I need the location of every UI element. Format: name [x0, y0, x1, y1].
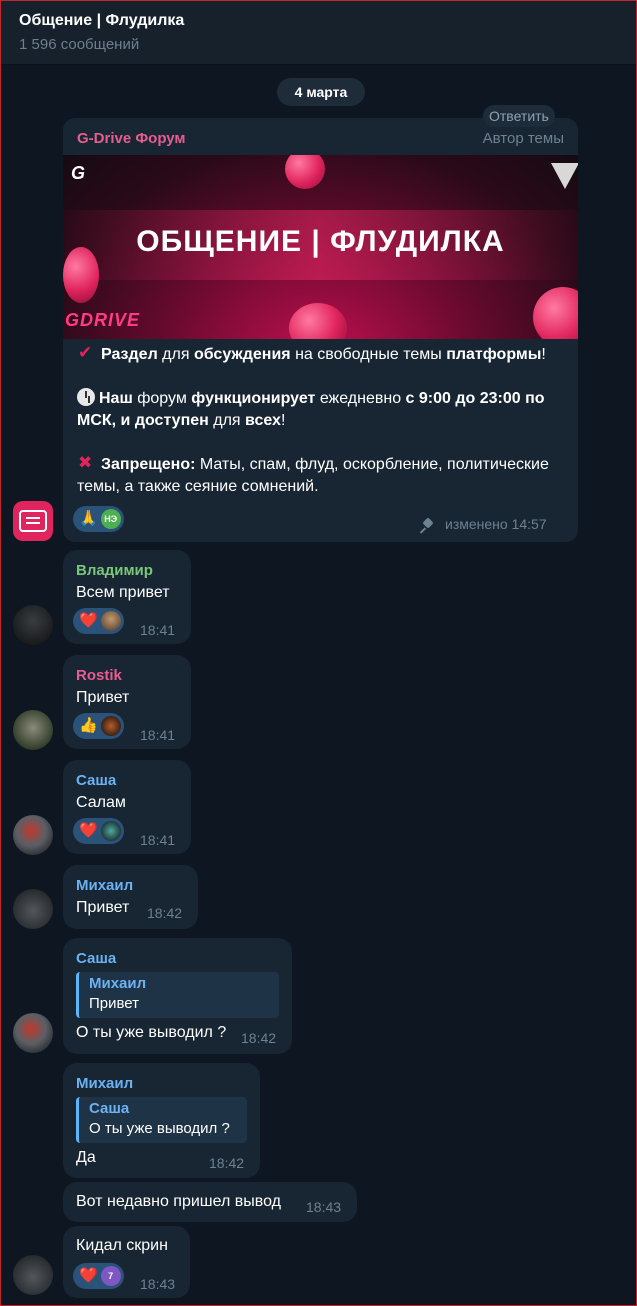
chat-bubble-icon: [19, 510, 47, 532]
message-text: Да: [76, 1149, 96, 1166]
cross-mark-icon: [77, 452, 97, 474]
reply-quote[interactable]: Саша О ты уже выводил ?: [76, 1097, 247, 1143]
message-time: 18:42: [241, 1030, 277, 1046]
message-time: 18:41: [140, 727, 176, 743]
message-bubble[interactable]: Rostik Привет 👍 18:41: [63, 655, 191, 749]
date-separator: 4 марта: [277, 78, 365, 106]
reactor-avatar: 7: [100, 1266, 121, 1286]
thumbs-up-emoji-icon: 👍: [79, 717, 98, 734]
avatar[interactable]: [13, 815, 53, 855]
quote-sender: Саша: [89, 1100, 130, 1117]
reaction-pill[interactable]: ❤️: [73, 608, 124, 634]
quote-text: Привет: [89, 995, 140, 1012]
heart-emoji-icon: ❤️: [79, 612, 98, 629]
author-role-label: Автор темы: [482, 130, 564, 147]
message-bubble[interactable]: Михаил Саша О ты уже выводил ? Да 18:42: [63, 1063, 260, 1178]
reactions-bar: ❤️ 7: [73, 1263, 124, 1289]
reactor-avatar: [100, 821, 121, 841]
reactor-avatar: [100, 611, 121, 631]
quote-sender: Михаил: [89, 975, 147, 992]
post-paragraph: Наш форум функционирует ежедневно с 9:00…: [77, 388, 545, 429]
message-time: 18:41: [140, 832, 176, 848]
message-time: 18:42: [209, 1155, 245, 1171]
message-time: 18:43: [140, 1276, 176, 1292]
banner-brand: GDRIVE: [65, 310, 141, 330]
reaction-pill[interactable]: ❤️: [73, 818, 124, 844]
avatar[interactable]: [13, 605, 53, 645]
reaction-pill[interactable]: ❤️ 7: [73, 1263, 124, 1289]
post-paragraph: Запрещено: Маты, спам, флуд, оскорбление…: [77, 452, 569, 498]
reactor-avatar: НЭ: [100, 509, 121, 529]
avatar[interactable]: [13, 889, 53, 929]
post-paragraph: Раздел для обсуждения на свободные темы …: [77, 342, 569, 366]
reactions-bar: ❤️: [73, 818, 124, 844]
check-mark-icon: [77, 342, 97, 364]
triangle-decoration: [551, 163, 578, 189]
message-bubble[interactable]: Кидал скрин ❤️ 7 18:43: [63, 1226, 190, 1298]
reply-button[interactable]: Ответить: [483, 105, 555, 127]
reaction-pill[interactable]: 👍: [73, 713, 124, 739]
quote-text: О ты уже выводил ?: [89, 1120, 230, 1137]
message-bubble[interactable]: Саша Салам ❤️ 18:41: [63, 760, 191, 854]
forum-avatar[interactable]: [13, 501, 53, 541]
message-time: 18:43: [306, 1199, 342, 1215]
reactions-bar: 🙏 НЭ: [73, 506, 124, 532]
message-text: Привет: [76, 899, 130, 916]
reply-quote[interactable]: Михаил Привет: [76, 972, 279, 1018]
clock-icon: [77, 388, 95, 406]
gdrive-logo: G: [71, 163, 86, 183]
message-text: Кидал скрин: [76, 1237, 168, 1254]
message-count: 1 596 сообщений: [19, 36, 140, 53]
message-time: 18:42: [147, 905, 183, 921]
sender-name[interactable]: Владимир: [76, 561, 153, 581]
message-text: Всем привет: [76, 584, 170, 601]
sender-name[interactable]: Саша: [76, 949, 116, 969]
pray-emoji-icon: 🙏: [79, 510, 98, 527]
edited-time: изменено 14:57: [445, 516, 547, 532]
forum-post-bubble[interactable]: G-Drive Форум Автор темы G ОБЩЕНИЕ | ФЛУ…: [63, 118, 578, 542]
message-text: Салам: [76, 794, 126, 811]
post-text: Раздел для обсуждения на свободные темы …: [77, 342, 569, 520]
message-text: Вот недавно пришел вывод: [76, 1193, 281, 1210]
chat-header[interactable]: Общение | Флудилка 1 596 сообщений: [1, 1, 636, 65]
avatar[interactable]: [13, 1255, 53, 1295]
sender-name[interactable]: G-Drive Форум: [77, 129, 186, 149]
heart-emoji-icon: ❤️: [79, 822, 98, 839]
message-bubble[interactable]: Владимир Всем привет ❤️ 18:41: [63, 550, 191, 644]
coin-decoration: [285, 155, 325, 189]
reactions-bar: ❤️: [73, 608, 124, 634]
sender-name[interactable]: Rostik: [76, 666, 122, 686]
chat-title: Общение | Флудилка: [19, 12, 185, 29]
message-time: 18:41: [140, 622, 176, 638]
reactor-avatar: [100, 716, 121, 736]
heart-emoji-icon: ❤️: [79, 1267, 98, 1284]
avatar[interactable]: [13, 1013, 53, 1053]
sender-name[interactable]: Саша: [76, 771, 116, 791]
message-bubble[interactable]: Вот недавно пришел вывод 18:43: [63, 1182, 357, 1222]
banner-title: ОБЩЕНИЕ | ФЛУДИЛКА: [136, 225, 505, 258]
message-bubble[interactable]: Саша Михаил Привет О ты уже выводил ? 18…: [63, 938, 292, 1054]
message-bubble[interactable]: Михаил Привет 18:42: [63, 865, 198, 929]
coin-decoration: [533, 287, 578, 339]
reactions-bar: 👍: [73, 713, 124, 739]
pin-icon: [421, 519, 435, 533]
message-text: О ты уже выводил ?: [76, 1024, 227, 1041]
sender-name[interactable]: Михаил: [76, 1074, 133, 1094]
sender-name[interactable]: Михаил: [76, 876, 133, 896]
message-text: Привет: [76, 689, 130, 706]
coin-decoration: [289, 303, 347, 339]
forum-banner-image[interactable]: G ОБЩЕНИЕ | ФЛУДИЛКА GDRIVE: [63, 155, 578, 339]
avatar[interactable]: [13, 710, 53, 750]
reaction-pill[interactable]: 🙏 НЭ: [73, 506, 124, 532]
